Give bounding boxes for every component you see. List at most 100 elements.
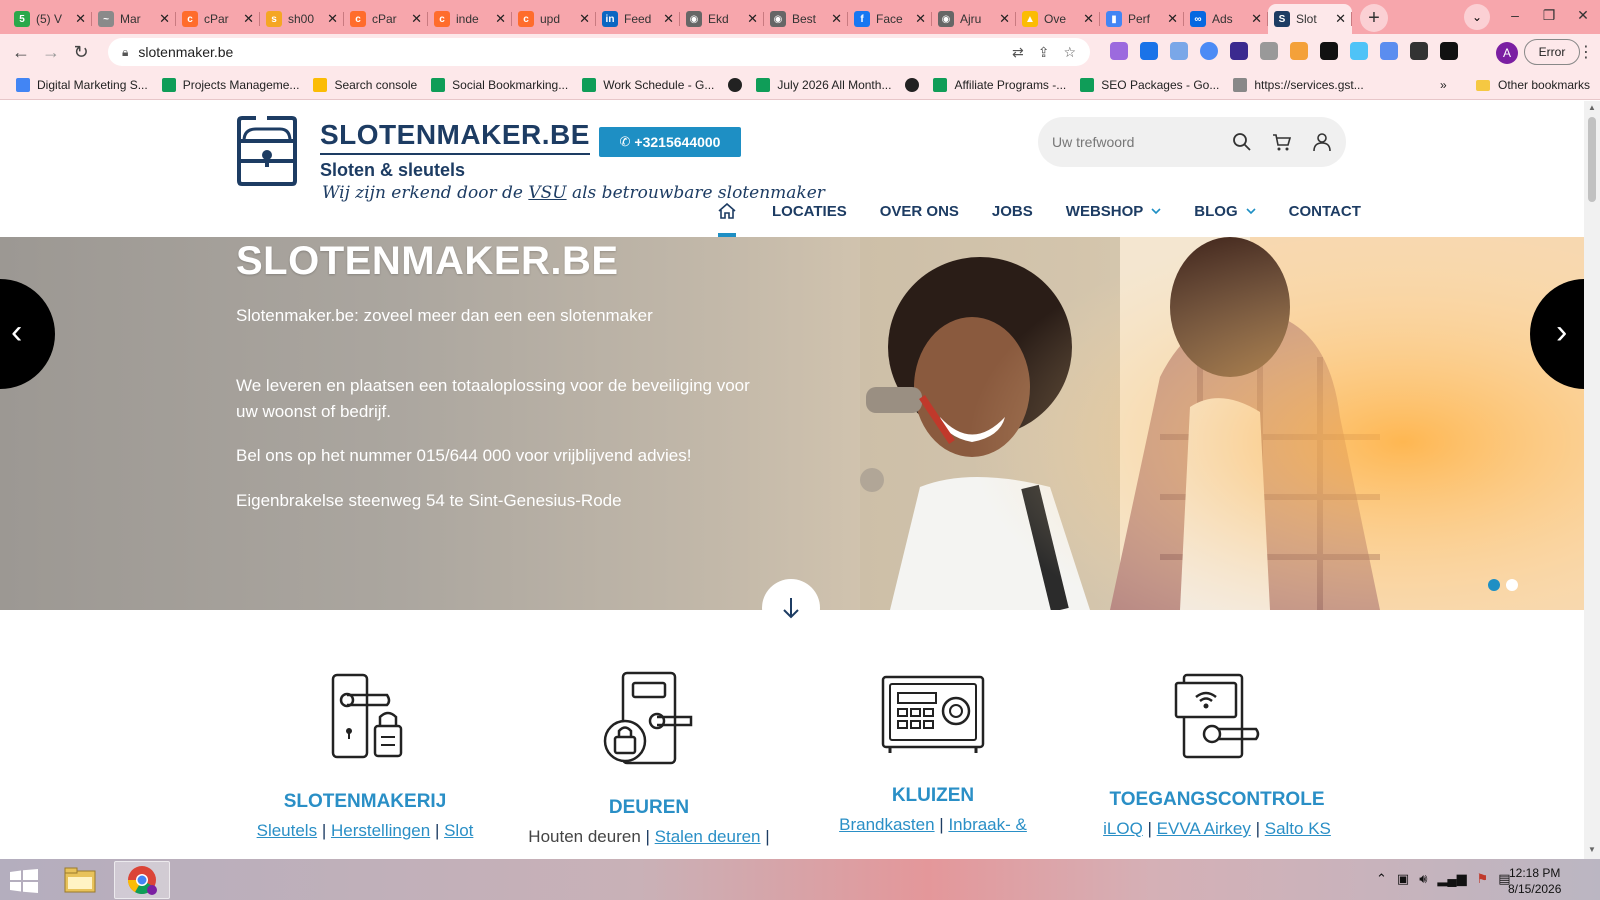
slider-dot-1[interactable] <box>1488 579 1500 591</box>
bookmark-item[interactable]: Work Schedule - G... <box>582 77 714 92</box>
bookmark-item[interactable] <box>905 77 920 92</box>
nav-item-locaties[interactable]: LOCATIES <box>772 203 847 220</box>
browser-tab[interactable]: ◉ Ekd ✕ <box>680 4 764 34</box>
tab-close-icon[interactable]: ✕ <box>1335 11 1346 27</box>
tab-close-icon[interactable]: ✕ <box>327 11 338 27</box>
other-bookmarks-folder[interactable]: Other bookmarks <box>1476 78 1590 92</box>
extension-capture-icon[interactable] <box>1350 42 1368 60</box>
address-bar[interactable]: 🔒︎ slotenmaker.be ⇄ ⇪ ☆ <box>108 38 1090 66</box>
nav-home[interactable] <box>718 203 738 237</box>
browser-tab[interactable]: ◉ Ajru ✕ <box>932 4 1016 34</box>
reload-icon[interactable]: ↻ <box>66 42 96 63</box>
tab-close-icon[interactable]: ✕ <box>831 11 842 27</box>
nav-item-webshop[interactable]: WEBSHOP <box>1066 203 1162 220</box>
browser-tab[interactable]: s sh00 ✕ <box>260 4 344 34</box>
profile-avatar[interactable]: A <box>1496 42 1518 64</box>
link-iloq[interactable]: iLOQ <box>1103 819 1143 838</box>
brand-name[interactable]: SLOTENMAKER.BE <box>320 119 590 155</box>
category-kluizen[interactable]: KLUIZEN Brandkasten | Inbraak- & <box>788 671 1078 835</box>
new-tab-button[interactable]: + <box>1360 4 1388 32</box>
cart-icon[interactable] <box>1272 132 1292 152</box>
nav-item-contact[interactable]: CONTACT <box>1289 203 1361 220</box>
extension-f-icon[interactable] <box>1320 42 1338 60</box>
browser-menu-icon[interactable]: ⋮ <box>1578 42 1594 62</box>
nav-item-jobs[interactable]: JOBS <box>992 203 1033 220</box>
tab-close-icon[interactable]: ✕ <box>1083 11 1094 27</box>
bookmark-item[interactable] <box>728 77 743 92</box>
bookmark-item[interactable]: https://services.gst... <box>1233 77 1364 92</box>
browser-tab[interactable]: ▲ Ove ✕ <box>1016 4 1100 34</box>
extension-m-icon[interactable] <box>1140 42 1158 60</box>
bookmark-item[interactable]: SEO Packages - Go... <box>1080 77 1219 92</box>
bookmark-item[interactable]: Search console <box>313 77 417 92</box>
browser-tab[interactable]: c cPar ✕ <box>344 4 428 34</box>
tab-close-icon[interactable]: ✕ <box>663 11 674 27</box>
link-slot[interactable]: Slot <box>444 821 473 840</box>
tab-close-icon[interactable]: ✕ <box>495 11 506 27</box>
category-title[interactable]: DEUREN <box>504 797 794 819</box>
browser-tab[interactable]: 5 (5) V ✕ <box>8 4 92 34</box>
windows-start-icon[interactable] <box>10 869 38 893</box>
flag-icon[interactable]: ⚑ <box>1477 871 1489 887</box>
tab-close-icon[interactable]: ✕ <box>915 11 926 27</box>
tab-close-icon[interactable]: ✕ <box>579 11 590 27</box>
bookmark-item[interactable]: July 2026 All Month... <box>756 77 891 92</box>
taskbar-chrome[interactable] <box>114 861 170 899</box>
browser-tab[interactable]: c cPar ✕ <box>176 4 260 34</box>
restore-icon[interactable]: ❐ <box>1532 7 1566 24</box>
link-salto-ks[interactable]: Salto KS <box>1265 819 1331 838</box>
back-icon[interactable]: ← <box>6 42 36 63</box>
vsu-link[interactable]: VSU <box>528 183 566 203</box>
page-scrollbar[interactable]: ▲ ▼ <box>1584 101 1600 859</box>
browser-tab[interactable]: ~ Mar ✕ <box>92 4 176 34</box>
browser-tab[interactable]: ▮ Perf ✕ <box>1100 4 1184 34</box>
share-icon[interactable]: ⇪ <box>1038 44 1050 61</box>
link-brandkasten[interactable]: Brandkasten <box>839 815 934 834</box>
forward-icon[interactable]: → <box>36 42 66 63</box>
link-evva-airkey[interactable]: EVVA Airkey <box>1157 819 1251 838</box>
lock-icon[interactable]: 🔒︎ <box>122 45 128 60</box>
taskbar-file-explorer[interactable] <box>52 861 108 899</box>
link-herstellingen[interactable]: Herstellingen <box>331 821 430 840</box>
scroll-down-button[interactable] <box>762 579 820 637</box>
category-toegangscontrole[interactable]: TOEGANGSCONTROLE iLOQ | EVVA Airkey | Sa… <box>1072 671 1362 839</box>
nav-item-blog[interactable]: BLOG <box>1194 203 1256 220</box>
minimize-icon[interactable]: – <box>1498 7 1532 23</box>
browser-tab[interactable]: S Slot ✕ <box>1268 4 1352 34</box>
extension-pen-icon[interactable] <box>1110 42 1128 60</box>
slider-dot-2[interactable] <box>1506 579 1518 591</box>
bookmark-star-icon[interactable]: ☆ <box>1063 44 1076 61</box>
scroll-thumb[interactable] <box>1588 117 1596 202</box>
browser-tab[interactable]: ◉ Best ✕ <box>764 4 848 34</box>
extension-octo-icon[interactable] <box>1230 42 1248 60</box>
extension-screen-icon[interactable] <box>1260 42 1278 60</box>
bookmark-item[interactable]: Projects Manageme... <box>161 77 299 92</box>
extension-circle-icon[interactable] <box>1200 42 1218 60</box>
tab-search-icon[interactable]: ⌄ <box>1464 4 1490 30</box>
extension-link-icon[interactable] <box>1170 42 1188 60</box>
tab-close-icon[interactable]: ✕ <box>411 11 422 27</box>
browser-tab[interactable]: c upd ✕ <box>512 4 596 34</box>
tab-close-icon[interactable]: ✕ <box>999 11 1010 27</box>
extension-doc-icon[interactable] <box>1380 42 1398 60</box>
update-error-button[interactable]: Error <box>1524 39 1580 65</box>
tab-close-icon[interactable]: ✕ <box>159 11 170 27</box>
translate-icon[interactable]: ⇄ <box>1012 44 1024 61</box>
taskbar-clock[interactable]: 12:18 PM 8/15/2026 <box>1508 865 1561 897</box>
browser-tab[interactable]: in Feed ✕ <box>596 4 680 34</box>
tab-close-icon[interactable]: ✕ <box>1167 11 1178 27</box>
logo-lock-icon[interactable] <box>236 115 298 187</box>
browser-tab[interactable]: f Face ✕ <box>848 4 932 34</box>
browser-tab[interactable]: c inde ✕ <box>428 4 512 34</box>
tab-close-icon[interactable]: ✕ <box>75 11 86 27</box>
scroll-down-icon[interactable]: ▼ <box>1588 845 1596 854</box>
network-icon[interactable]: ▂▄▆ <box>1437 871 1466 887</box>
nav-item-over-ons[interactable]: OVER ONS <box>880 203 959 220</box>
category-slotenmakerij[interactable]: SLOTENMAKERIJ Sleutels | Herstellingen |… <box>220 671 510 841</box>
extension-wand-icon[interactable] <box>1290 42 1308 60</box>
more-bookmarks-icon[interactable]: » <box>1440 78 1447 92</box>
url-text[interactable]: slotenmaker.be <box>138 44 233 60</box>
browser-tab[interactable]: ∞ Ads ✕ <box>1184 4 1268 34</box>
category-title[interactable]: SLOTENMAKERIJ <box>220 791 510 813</box>
category-title[interactable]: TOEGANGSCONTROLE <box>1072 789 1362 811</box>
